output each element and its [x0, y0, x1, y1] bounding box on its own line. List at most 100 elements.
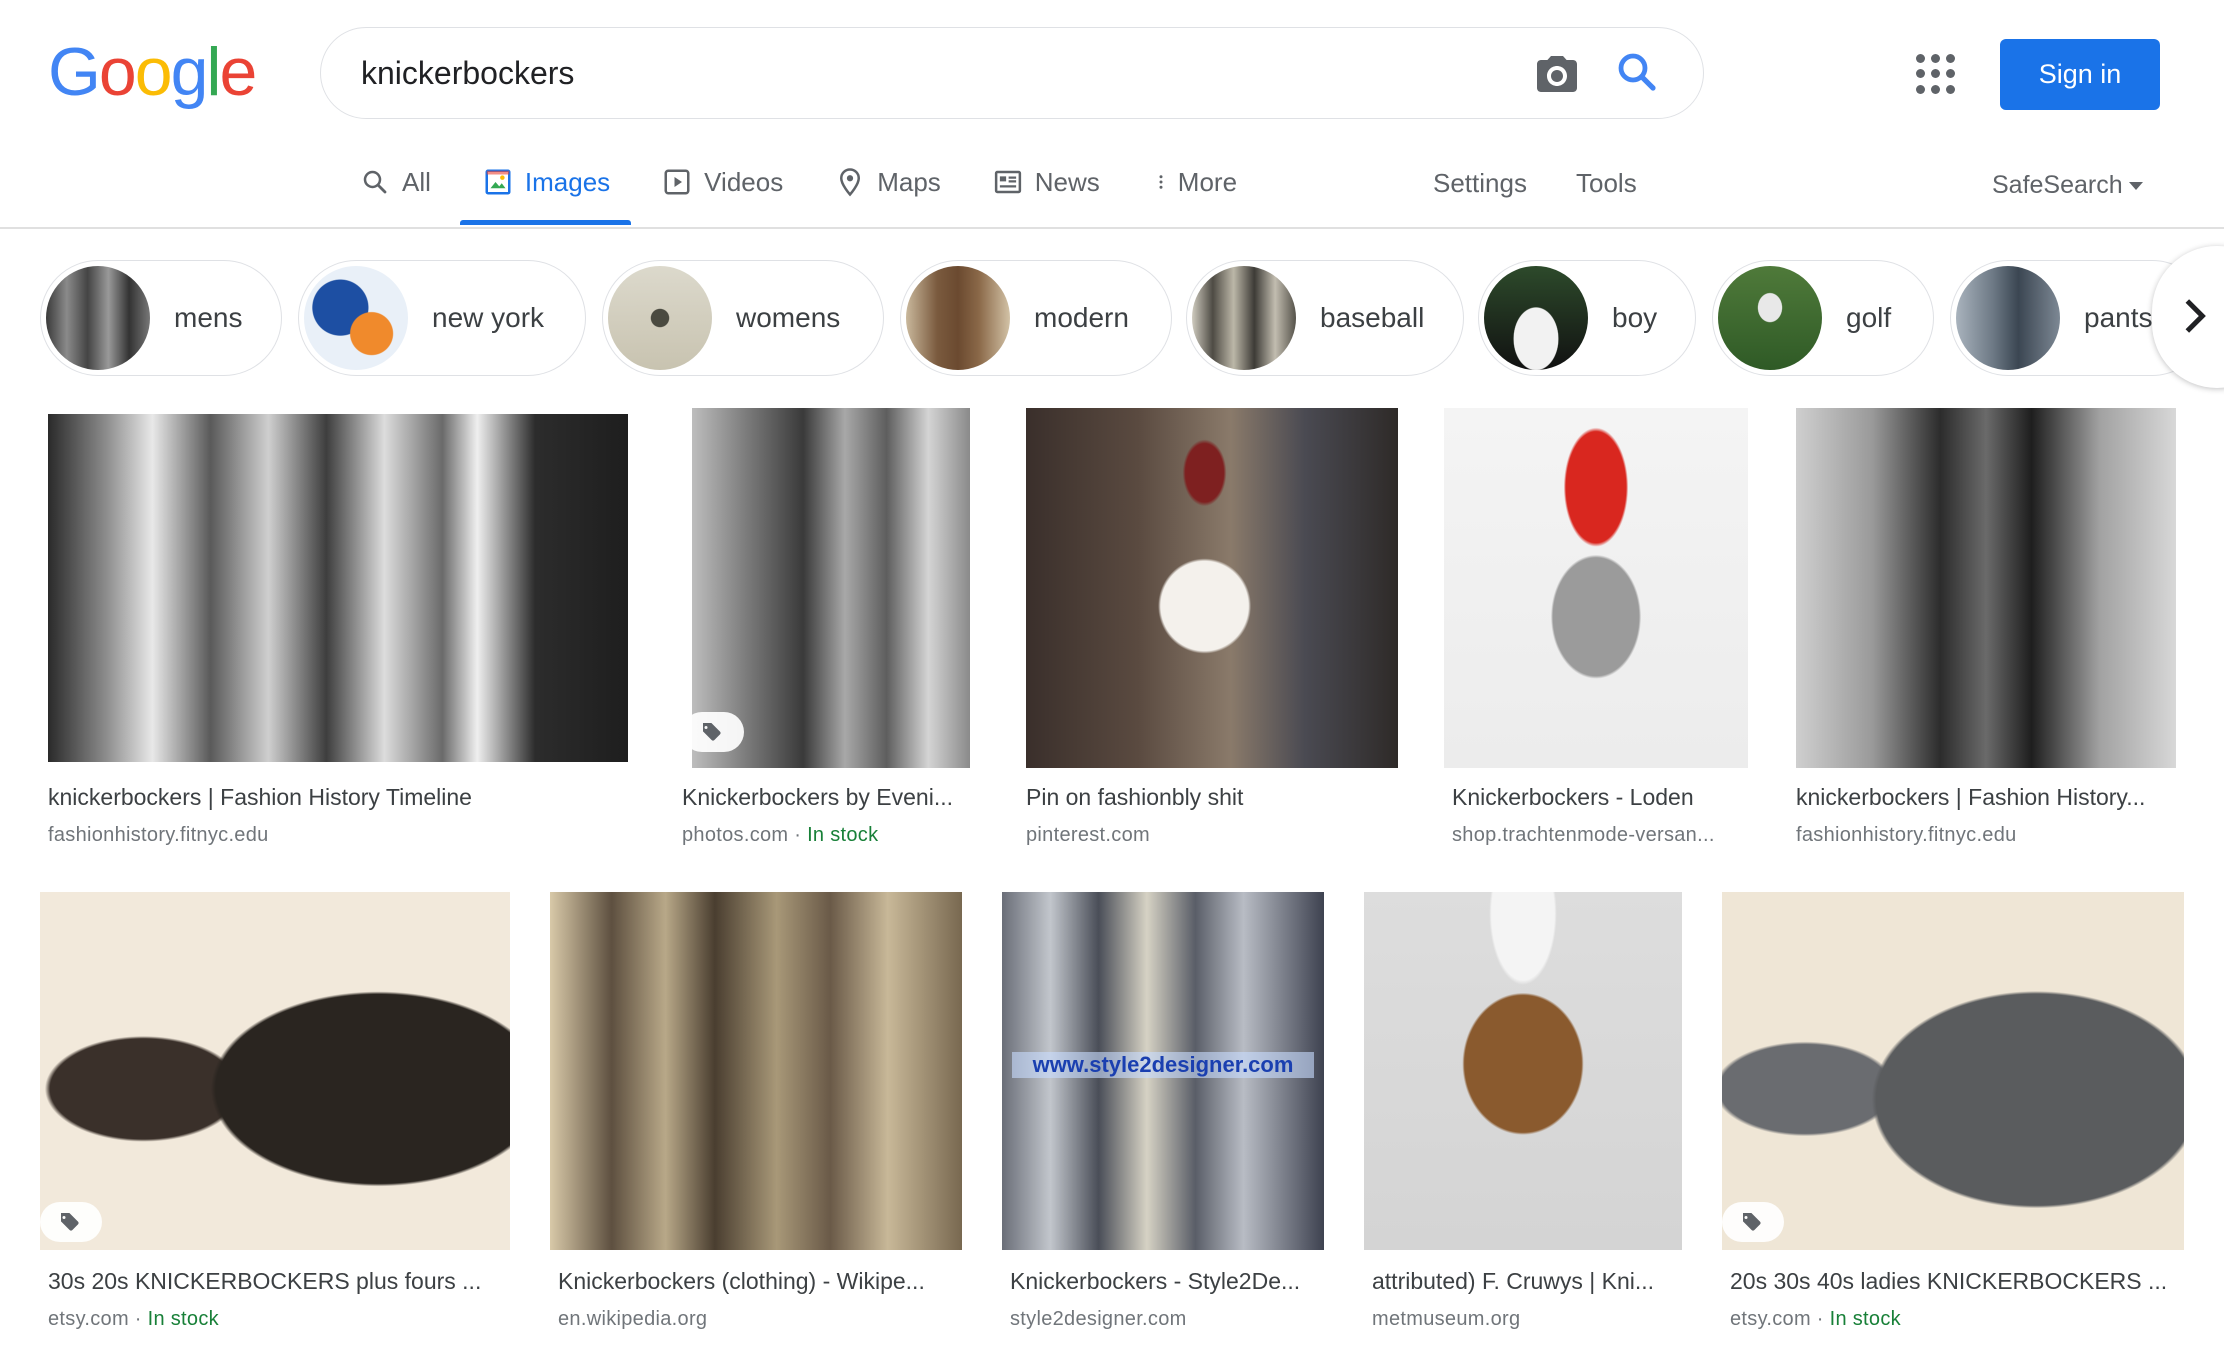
camera-icon[interactable]	[1533, 50, 1581, 98]
result-title[interactable]: 20s 30s 40s ladies KNICKERBOCKERS ...	[1730, 1268, 2184, 1295]
tab-news[interactable]: News	[993, 160, 1100, 204]
chip-thumbnail	[1484, 266, 1588, 370]
related-search-chips: mens new york womens modern baseball boy…	[40, 260, 2224, 376]
source-domain: fashionhistory.fitnyc.edu	[1796, 824, 2017, 846]
play-icon	[664, 169, 690, 195]
result-thumbnail[interactable]	[1444, 408, 1748, 768]
tab-maps[interactable]: Maps	[835, 160, 941, 204]
price-tag-icon	[1743, 1213, 1761, 1231]
in-stock-label: In stock	[807, 824, 879, 846]
result-thumbnail[interactable]: www.style2designer.com	[1002, 892, 1324, 1250]
chip-modern[interactable]: modern	[900, 260, 1172, 376]
chip-label: baseball	[1320, 302, 1425, 333]
result-source: fashionhistory.fitnyc.edu	[1796, 824, 2176, 847]
chip-new-york[interactable]: new york	[298, 260, 586, 376]
result-source: style2designer.com	[1010, 1308, 1324, 1331]
in-stock-label: In stock	[1829, 1308, 1901, 1330]
result-title[interactable]: attributed) F. Cruwys | Kni...	[1372, 1268, 1682, 1295]
result-title[interactable]: 30s 20s KNICKERBOCKERS plus fours ...	[48, 1268, 510, 1295]
source-domain: metmuseum.org	[1372, 1308, 1521, 1330]
tab-videos[interactable]: Videos	[662, 160, 783, 204]
chip-label: mens	[174, 302, 243, 333]
sign-in-button[interactable]: Sign in	[2000, 39, 2160, 110]
result-thumbnail[interactable]	[48, 414, 628, 762]
price-tag-icon	[61, 1213, 79, 1231]
chip-thumbnail	[46, 266, 150, 370]
result-thumbnail[interactable]	[550, 892, 962, 1250]
tab-images[interactable]: Images	[483, 160, 610, 204]
watermark-text: www.style2designer.com	[1012, 1052, 1314, 1078]
source-domain: etsy.com	[1730, 1308, 1811, 1330]
source-domain: fashionhistory.fitnyc.edu	[48, 824, 269, 846]
result-source: pinterest.com	[1026, 824, 1398, 847]
tab-more[interactable]: More	[1152, 160, 1237, 204]
source-domain: shop.trachtenmode-versan...	[1452, 824, 1715, 846]
search-bar	[320, 27, 1704, 119]
tab-label: News	[1034, 166, 1100, 197]
product-tag	[682, 712, 744, 752]
chip-label: golf	[1846, 302, 1892, 333]
search-input[interactable]	[361, 54, 1461, 92]
result-thumbnail[interactable]	[1796, 408, 2176, 768]
active-tab-indicator	[460, 220, 631, 225]
chip-golf[interactable]: golf	[1712, 260, 1934, 376]
result-title[interactable]: Knickerbockers - Style2De...	[1010, 1268, 1324, 1295]
source-domain: en.wikipedia.org	[558, 1308, 708, 1330]
vertical-dots-icon	[1159, 175, 1163, 189]
safesearch-label: SafeSearch	[1992, 171, 2123, 199]
logo-letter: G	[48, 34, 101, 110]
chip-label: pants	[2084, 302, 2153, 333]
result-source: metmuseum.org	[1372, 1308, 1682, 1331]
chip-mens[interactable]: mens	[40, 260, 282, 376]
tab-label: All	[402, 166, 431, 197]
source-domain: pinterest.com	[1026, 824, 1150, 846]
safesearch-dropdown[interactable]: SafeSearch	[1992, 171, 2143, 200]
chip-label: boy	[1612, 302, 1658, 333]
result-title[interactable]: knickerbockers | Fashion History...	[1796, 784, 2176, 811]
chip-thumbnail	[304, 266, 408, 370]
logo-letter: o	[134, 34, 173, 110]
result-title[interactable]: Pin on fashionbly shit	[1026, 784, 1398, 811]
chip-womens[interactable]: womens	[602, 260, 884, 376]
logo-letter: l	[206, 34, 221, 110]
in-stock-label: In stock	[147, 1308, 219, 1330]
result-source: photos.com · In stock	[682, 824, 879, 846]
result-thumbnail[interactable]	[1722, 892, 2184, 1250]
source-domain: photos.com	[682, 824, 789, 846]
map-pin-icon	[840, 168, 861, 197]
newspaper-icon	[994, 170, 1021, 194]
search-icon[interactable]	[1613, 48, 1661, 96]
header-divider	[0, 227, 2224, 229]
product-tag	[40, 1202, 102, 1242]
result-title[interactable]: Knickerbockers - Loden	[1452, 784, 1748, 811]
chip-thumbnail	[1192, 266, 1296, 370]
apps-grid-icon[interactable]	[1916, 54, 1956, 94]
chevron-right-icon	[2185, 299, 2206, 333]
chip-thumbnail	[608, 266, 712, 370]
settings-link[interactable]: Settings	[1433, 168, 1527, 199]
chip-label: new york	[432, 302, 545, 333]
chip-label: modern	[1034, 302, 1129, 333]
chip-boy[interactable]: boy	[1478, 260, 1696, 376]
tab-label: Maps	[877, 166, 941, 197]
chip-thumbnail	[1956, 266, 2060, 370]
tab-label: More	[1177, 166, 1238, 197]
result-thumbnail[interactable]	[1364, 892, 1682, 1250]
chip-label: womens	[736, 302, 841, 333]
result-thumbnail[interactable]	[40, 892, 510, 1250]
result-source: shop.trachtenmode-versan...	[1452, 824, 1748, 847]
result-title[interactable]: knickerbockers | Fashion History Timelin…	[48, 784, 628, 811]
result-source: etsy.com · In stock	[48, 1308, 219, 1330]
result-thumbnail[interactable]	[1026, 408, 1398, 768]
source-domain: etsy.com	[48, 1308, 129, 1330]
result-source: etsy.com · In stock	[1730, 1308, 1901, 1330]
result-title[interactable]: Knickerbockers (clothing) - Wikipe...	[558, 1268, 962, 1295]
tab-all[interactable]: All	[360, 160, 431, 204]
source-domain: style2designer.com	[1010, 1308, 1187, 1330]
image-icon	[485, 169, 511, 195]
logo-letter: o	[98, 34, 137, 110]
tools-link[interactable]: Tools	[1576, 168, 1637, 199]
google-logo[interactable]: Google	[48, 38, 257, 106]
result-title[interactable]: Knickerbockers by Eveni...	[682, 784, 972, 811]
chip-baseball[interactable]: baseball	[1186, 260, 1464, 376]
